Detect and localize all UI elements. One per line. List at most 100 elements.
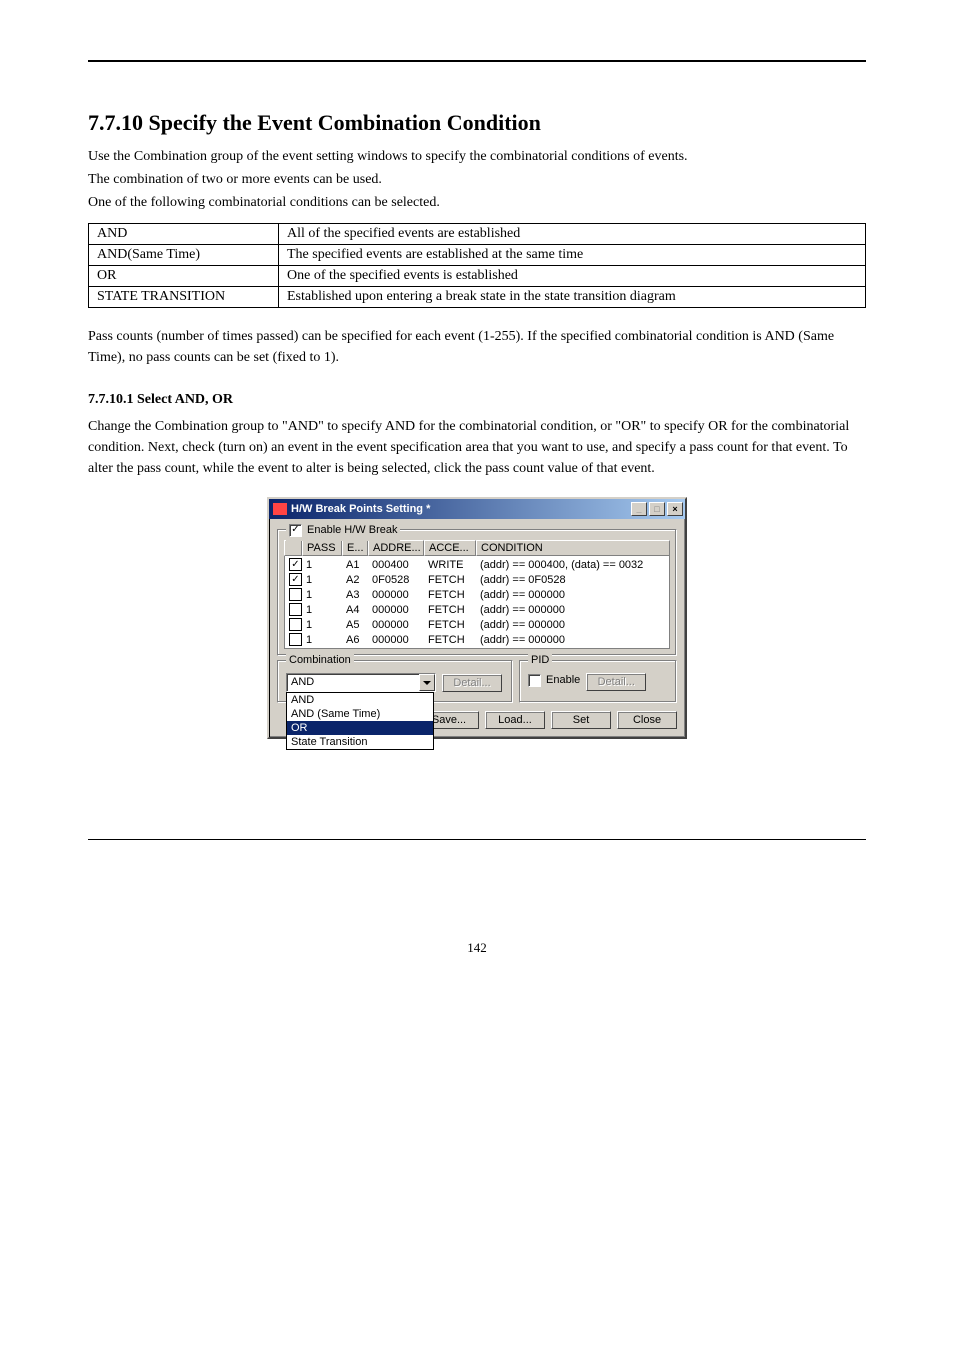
cell-acc: FETCH <box>424 619 476 631</box>
combination-value: AND <box>287 674 419 691</box>
col-acc[interactable]: ACCE... <box>424 540 476 556</box>
cell-e: A6 <box>342 634 368 646</box>
table-value: Established upon entering a break state … <box>279 287 866 308</box>
combination-options[interactable]: ANDAND (Same Time)ORState Transition <box>286 692 434 750</box>
cell-cond: (addr) == 000000 <box>476 634 669 646</box>
cell-cond: (addr) == 000000 <box>476 589 669 601</box>
cell-pass: 1 <box>302 604 342 616</box>
cell-e: A1 <box>342 559 368 571</box>
table-row: STATE TRANSITIONEstablished upon enterin… <box>89 287 866 308</box>
table-value: One of the specified events is establish… <box>279 266 866 287</box>
cell-acc: WRITE <box>424 559 476 571</box>
list-item[interactable]: ✓1A20F0528FETCH(addr) == 0F0528 <box>285 572 669 587</box>
hw-break-dialog: H/W Break Points Setting * _ □ × ✓ Enabl… <box>267 497 687 739</box>
cell-cond: (addr) == 000000 <box>476 619 669 631</box>
table-value: The specified events are established at … <box>279 245 866 266</box>
top-rule <box>88 60 866 62</box>
list-item[interactable]: 1A3000000FETCH(addr) == 000000 <box>285 587 669 602</box>
pid-legend: PID <box>528 654 552 666</box>
titlebar[interactable]: H/W Break Points Setting * _ □ × <box>269 499 685 519</box>
dropdown-option[interactable]: State Transition <box>287 735 433 749</box>
maximize-button[interactable]: □ <box>649 502 665 516</box>
cell-pass: 1 <box>302 574 342 586</box>
list-item[interactable]: 1A5000000FETCH(addr) == 000000 <box>285 617 669 632</box>
cell-addr: 000000 <box>368 619 424 631</box>
combination-group: Combination AND ANDAND (Same Time)ORStat… <box>277 660 513 703</box>
event-list[interactable]: ✓1A1000400WRITE(addr) == 000400, (data) … <box>284 556 670 649</box>
row-checkbox[interactable] <box>289 618 302 631</box>
combination-legend: Combination <box>286 654 354 666</box>
para-2: The combination of two or more events ca… <box>88 169 866 190</box>
pid-group: PID Enable Detail... <box>519 660 677 703</box>
row-checkbox[interactable]: ✓ <box>289 558 302 571</box>
cell-pass: 1 <box>302 619 342 631</box>
row-checkbox[interactable] <box>289 588 302 601</box>
col-pass[interactable]: PASS <box>302 540 342 556</box>
enable-fieldset: ✓ Enable H/W Break PASS E... ADDRE... AC… <box>277 529 677 656</box>
cell-cond: (addr) == 000400, (data) == 0032 <box>476 559 669 571</box>
pid-detail-button[interactable]: Detail... <box>586 673 646 691</box>
cell-e: A5 <box>342 619 368 631</box>
cell-addr: 0F0528 <box>368 574 424 586</box>
combination-dropdown[interactable]: AND ANDAND (Same Time)ORState Transition <box>286 673 436 692</box>
table-key: STATE TRANSITION <box>89 287 279 308</box>
table-key: AND(Same Time) <box>89 245 279 266</box>
window-title: H/W Break Points Setting * <box>291 503 629 515</box>
checkbox-icon <box>528 674 541 687</box>
table-key: OR <box>89 266 279 287</box>
list-header: PASS E... ADDRE... ACCE... CONDITION <box>284 540 670 556</box>
close-button[interactable]: Close <box>617 711 677 729</box>
enable-label: Enable H/W Break <box>307 524 397 536</box>
cell-e: A3 <box>342 589 368 601</box>
cell-acc: FETCH <box>424 574 476 586</box>
minimize-button[interactable]: _ <box>631 502 647 516</box>
table-row: OROne of the specified events is establi… <box>89 266 866 287</box>
row-checkbox[interactable] <box>289 633 302 646</box>
list-item[interactable]: ✓1A1000400WRITE(addr) == 000400, (data) … <box>285 557 669 572</box>
combination-detail-button[interactable]: Detail... <box>442 674 502 692</box>
section-heading: 7.7.10 Specify the Event Combination Con… <box>88 110 866 136</box>
list-item[interactable]: 1A6000000FETCH(addr) == 000000 <box>285 632 669 647</box>
cell-addr: 000400 <box>368 559 424 571</box>
col-e[interactable]: E... <box>342 540 368 556</box>
table-row: ANDAll of the specified events are estab… <box>89 224 866 245</box>
list-item[interactable]: 1A4000000FETCH(addr) == 000000 <box>285 602 669 617</box>
para-3: One of the following combinatorial condi… <box>88 192 866 213</box>
cell-e: A4 <box>342 604 368 616</box>
page-number: 142 <box>88 940 866 956</box>
pid-enable-checkbox[interactable]: Enable <box>528 674 580 687</box>
col-cond[interactable]: CONDITION <box>476 540 670 556</box>
table-key: AND <box>89 224 279 245</box>
para-5: Change the Combination group to "AND" to… <box>88 416 866 479</box>
dropdown-option[interactable]: AND (Same Time) <box>287 707 433 721</box>
cell-pass: 1 <box>302 634 342 646</box>
cell-pass: 1 <box>302 559 342 571</box>
cell-addr: 000000 <box>368 589 424 601</box>
table-value: All of the specified events are establis… <box>279 224 866 245</box>
row-checkbox[interactable]: ✓ <box>289 573 302 586</box>
check-icon: ✓ <box>289 524 302 537</box>
set-button[interactable]: Set <box>551 711 611 729</box>
close-window-button[interactable]: × <box>667 502 683 516</box>
cell-pass: 1 <box>302 589 342 601</box>
chevron-down-icon[interactable] <box>419 674 435 691</box>
pid-enable-label: Enable <box>546 674 580 686</box>
definitions-table: ANDAll of the specified events are estab… <box>88 223 866 308</box>
cell-addr: 000000 <box>368 604 424 616</box>
dropdown-option[interactable]: AND <box>287 693 433 707</box>
cell-addr: 000000 <box>368 634 424 646</box>
para-1: Use the Combination group of the event s… <box>88 146 866 167</box>
sub-heading: 7.7.10.1 Select AND, OR <box>88 392 866 408</box>
cell-e: A2 <box>342 574 368 586</box>
cell-acc: FETCH <box>424 604 476 616</box>
para-4: Pass counts (number of times passed) can… <box>88 326 866 368</box>
app-icon <box>273 503 287 515</box>
cell-cond: (addr) == 000000 <box>476 604 669 616</box>
row-checkbox[interactable] <box>289 603 302 616</box>
dropdown-option[interactable]: OR <box>287 721 433 735</box>
col-addr[interactable]: ADDRE... <box>368 540 424 556</box>
enable-hw-break-checkbox[interactable]: ✓ Enable H/W Break <box>289 524 397 537</box>
load-button[interactable]: Load... <box>485 711 545 729</box>
cell-acc: FETCH <box>424 634 476 646</box>
table-row: AND(Same Time)The specified events are e… <box>89 245 866 266</box>
